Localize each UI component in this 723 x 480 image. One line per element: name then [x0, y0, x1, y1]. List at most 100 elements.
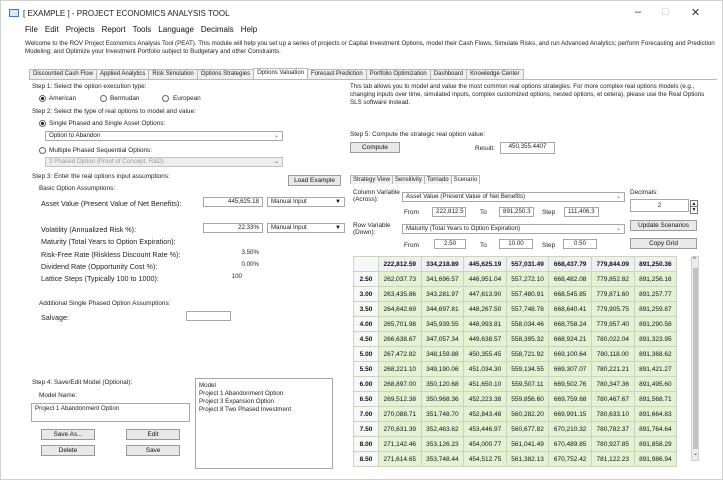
copy-grid-button[interactable]: Copy Grid — [630, 238, 697, 249]
menu-projects[interactable]: Projects — [66, 25, 95, 37]
load-example-button[interactable]: Load Example — [288, 175, 341, 186]
delete-button[interactable]: Delete — [41, 445, 95, 456]
single-option-value: Option to Abandon — [49, 132, 101, 139]
compute-button[interactable]: Compute — [350, 142, 400, 153]
scroll-thumb[interactable] — [693, 268, 698, 449]
tab-dashboard[interactable]: Dashboard — [429, 69, 468, 79]
volatility-mode-select[interactable]: Manual Input ▼ — [267, 223, 345, 233]
scroll-down-icon[interactable]: ⌄ — [693, 450, 698, 457]
menu-report[interactable]: Report — [102, 25, 126, 37]
grid-cell: 780,782.37 — [590, 421, 635, 437]
save-button[interactable]: Save — [126, 445, 180, 456]
grid-cell: 557,480.91 — [505, 286, 550, 302]
row-variable-select[interactable]: Maturity (Total Years to Option Expirati… — [402, 224, 625, 234]
grid-cell: 347,057.34 — [420, 331, 465, 347]
radio-european[interactable] — [162, 95, 169, 102]
grid-cell: 779,871.60 — [590, 286, 635, 302]
multiple-option-select[interactable]: 2 Phased Option (Proof of Concept, R&D) … — [45, 157, 283, 167]
grid-cell: 353,748.44 — [420, 451, 465, 467]
radio-single-phased[interactable] — [39, 120, 46, 127]
volatility-input[interactable]: 22.33% — [203, 223, 263, 233]
col-step-input[interactable]: 111,406.3 — [564, 207, 599, 217]
grid-cell: 670,210.32 — [548, 421, 592, 437]
sub-tabs: Strategy View Sensitivity Tornado Scenar… — [350, 175, 481, 184]
scroll-up-icon[interactable]: ^ — [693, 257, 696, 263]
row-from-input[interactable]: 2.50 — [434, 239, 466, 249]
menu-help[interactable]: Help — [241, 25, 257, 37]
grid-cell: 268,897.00 — [378, 376, 422, 392]
model-list[interactable]: Model Project 1 Abandonment Option Proje… — [195, 378, 333, 469]
volatility-mode: Manual Input — [271, 224, 307, 231]
tab-portfolio-optimization[interactable]: Portfolio Optimization — [365, 69, 431, 79]
grid-cell: 454,512.75 — [463, 451, 507, 467]
edit-button[interactable]: Edit — [126, 429, 180, 440]
minimize-button[interactable]: – — [635, 6, 641, 18]
dividend-input[interactable]: 0.00% — [203, 260, 263, 270]
row-header: 8.50 — [353, 451, 379, 467]
col-to-input[interactable]: 891,250.3 — [499, 207, 534, 217]
chevron-down-icon: ⌄ — [615, 194, 621, 200]
model-name-input[interactable]: Project 1 Abandonment Option — [31, 403, 190, 422]
table-row: 6.00 268,897.00 350,120.68 451,650.10 559,50… — [353, 376, 678, 392]
tab-scenario[interactable]: Scenario — [450, 175, 481, 184]
salvage-input[interactable] — [186, 311, 231, 321]
asset-value-input[interactable]: 445,625.18 — [203, 197, 263, 207]
grid-scrollbar[interactable]: ^ ⌄ — [691, 256, 699, 461]
close-button[interactable]: ✕ — [691, 6, 700, 19]
row-to-input[interactable]: 10.00 — [499, 239, 533, 249]
list-item[interactable]: Project 3 Expansion Option — [199, 398, 329, 406]
step4-label: Step 4: Save/Edit Model (Optional): — [32, 379, 133, 386]
decimals-label: Decimals: — [630, 189, 659, 196]
radio-multiple-phased[interactable] — [39, 147, 46, 154]
tab-options-valuation[interactable]: Options Valuation — [253, 68, 309, 79]
risk-free-input[interactable]: 3.50% — [203, 248, 263, 258]
stepper-down-icon[interactable]: ▼ — [690, 206, 698, 214]
single-option-select[interactable]: Option to Abandon ⌄ — [45, 131, 283, 141]
tab-options-strategies[interactable]: Options Strategies — [196, 69, 255, 79]
tab-applied-analytics[interactable]: Applied Analytics — [96, 69, 150, 79]
column-variable-select[interactable]: Asset Value (Present Value of Net Benefi… — [402, 192, 625, 202]
menu-edit[interactable]: Edit — [45, 25, 59, 37]
grid-cell: 349,190.06 — [420, 361, 465, 377]
single-phased-label: Single Phased and Single Asset Options: — [49, 120, 166, 127]
radio-bermudan[interactable] — [100, 95, 107, 102]
list-item[interactable]: Project 8 Two Phased Investment — [199, 406, 329, 414]
tab-discounted-cash-flow[interactable]: Discounted Cash Flow — [29, 69, 98, 79]
grid-cell: 353,126.23 — [420, 436, 465, 452]
grid-cell: 454,000.77 — [463, 436, 507, 452]
tab-knowledge-center[interactable]: Knowledge Center — [466, 69, 524, 79]
maximize-button[interactable]: □ — [662, 6, 669, 18]
grid-cell: 891,495.60 — [633, 376, 678, 392]
radio-american[interactable] — [39, 95, 46, 102]
update-scenarios-button[interactable]: Update Scenarios — [630, 220, 697, 231]
grid-cell: 262,037.73 — [378, 271, 422, 287]
grid-cell: 557,748.78 — [505, 301, 550, 317]
table-row: 3.00 263,435.86 343,281.97 447,613.90 557,48… — [353, 286, 678, 302]
risk-free-label: Risk-Free Rate (Riskless Discount Rate %… — [41, 250, 181, 259]
save-as-button[interactable]: Save As... — [41, 429, 95, 440]
row-step-input[interactable]: 0.50 — [563, 239, 597, 249]
grid-cell: 341,696.57 — [420, 271, 465, 287]
tab-tornado[interactable]: Tornado — [423, 175, 452, 184]
decimals-stepper[interactable]: 2 — [630, 199, 689, 212]
table-row: 8.50 271,614.65 353,748.44 454,512.75 561,38… — [353, 451, 678, 467]
tab-strategy-view[interactable]: Strategy View — [350, 175, 393, 184]
asset-value-mode-select[interactable]: Manual Input ▼ — [267, 197, 345, 207]
column-variable-value: Asset Value (Present Value of Net Benefi… — [406, 193, 526, 200]
menu-decimals[interactable]: Decimals — [201, 25, 234, 37]
column-header: 668,437.79 — [548, 256, 592, 272]
tab-risk-simulation[interactable]: Risk Simulation — [148, 69, 198, 79]
tab-forecast-prediction[interactable]: Forecast Prediction — [307, 69, 367, 79]
menu-file[interactable]: File — [25, 25, 38, 37]
menu-tools[interactable]: Tools — [133, 25, 152, 37]
grid-cell: 271,142.46 — [378, 436, 422, 452]
grid-cell: 557,272.10 — [505, 271, 550, 287]
grid-cell: 451,650.10 — [463, 376, 507, 392]
tab-sensitivity[interactable]: Sensitivity — [391, 175, 425, 184]
step1-label: Step 1: Select the option execution type… — [32, 83, 147, 90]
col-from-input[interactable]: 222,812.5 — [432, 207, 466, 217]
grid-cell: 267,472.82 — [378, 346, 422, 362]
menu-language[interactable]: Language — [158, 25, 194, 37]
lattice-steps-input[interactable]: 100 — [203, 272, 263, 282]
list-item[interactable]: Project 1 Abandonment Option — [199, 390, 329, 398]
